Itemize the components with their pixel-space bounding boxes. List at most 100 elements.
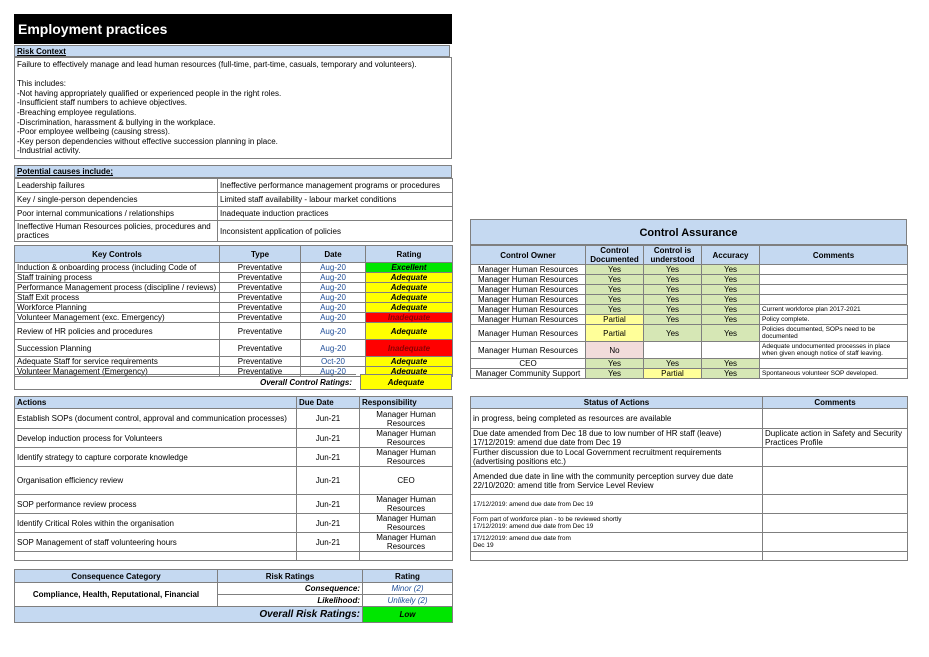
assurance-comment [759,264,908,275]
control-accuracy: Yes [701,294,760,305]
control-owner: Manager Human Resources [470,304,586,315]
causes-heading: Potential causes include; [14,165,452,178]
status-text: Due date amended from Dec 18 due to low … [470,428,763,448]
control-understood: Yes [643,264,702,275]
control-owner: Manager Human Resources [470,314,586,325]
control-understood: Yes [643,284,702,295]
table-row: Identify Critical Roles within the organ… [14,513,453,533]
control-accuracy: Yes [701,314,760,325]
cause-right: Limited staff availability - labour mark… [217,192,453,207]
status-of-actions-table: Status of Actions Comments in progress, … [470,396,908,561]
table-row: Staff training process Preventative Aug-20… [14,272,453,283]
table-row: in progress, being completed as resource… [470,408,908,429]
consequence-category: Compliance, Health, Reputational, Financ… [14,582,218,607]
overall-risk-rating: Low [362,606,453,623]
status-text: Form part of workforce plan - to be revi… [470,513,763,533]
control-date: Aug-20 [300,302,366,313]
control-name: Staff Exit process [14,292,220,303]
control-understood: Yes [643,294,702,305]
header-rating: Rating [365,245,453,263]
action-due-date: Jun-21 [296,428,360,448]
header-key-controls: Key Controls [14,245,220,263]
table-row: Adequate Staff for service requirements P… [14,356,453,367]
table-row: Amended due date in line with the commun… [470,466,908,495]
control-name: Succession Planning [14,339,220,357]
control-documented: Yes [585,304,644,315]
cause-left: Key / single-person dependencies [14,192,218,207]
table-row: SOP performance review process Jun-21 Mana… [14,494,453,514]
assurance-comment [759,294,908,305]
table-row: Review of HR policies and procedures Prev… [14,322,453,340]
control-understood: Partial [643,368,702,379]
control-owner: Manager Community Support [470,368,586,379]
control-rating: Adequate [365,356,453,367]
table-row [14,551,453,561]
control-documented: Yes [585,358,644,369]
empty-cell [470,551,763,561]
control-documented: No [585,341,644,359]
control-date: Aug-20 [300,292,366,303]
action-text: Identify Critical Roles within the organ… [14,513,297,533]
status-text: 17/12/2019: amend due date from Dec 19 [470,494,763,514]
control-date: Aug-20 [300,322,366,340]
control-name: Performance Management process (discipli… [14,282,220,293]
assurance-comment: Adequate undocumented processes in place… [759,341,908,359]
empty-cell [762,551,908,561]
action-responsibility: CEO [359,466,453,495]
table-row: Manager Human Resources Yes Yes Yes [470,294,908,305]
assurance-comment: Policies documented, SOPs need to be doc… [759,324,908,342]
control-owner: CEO [470,358,586,369]
control-date: Aug-20 [300,339,366,357]
control-understood: Yes [643,304,702,315]
control-documented: Partial [585,314,644,325]
action-responsibility: Manager Human Resources [359,447,453,467]
control-owner: Manager Human Resources [470,264,586,275]
header-consequence-category: Consequence Category [14,569,218,583]
control-documented: Yes [585,274,644,285]
control-accuracy: Yes [701,368,760,379]
header-responsibility: Responsibility [359,396,453,409]
table-row: 17/12/2019: amend due date from Dec 19 [470,494,908,514]
table-row: Manager Human Resources Yes Yes Yes [470,284,908,295]
header-control-understood: Control is understood [643,245,702,265]
control-owner: Manager Human Resources [470,284,586,295]
control-rating: Adequate [365,302,453,313]
status-text: 17/12/2019: amend due date from Dec 19 [470,532,763,552]
control-date: Aug-20 [300,262,366,273]
header-type: Type [219,245,301,263]
table-row: Manager Human Resources Partial Yes Yes Poli… [470,324,908,342]
risk-context-body: Failure to effectively manage and lead h… [14,57,452,159]
control-rating: Inadequate [365,312,453,323]
header-status-comments: Comments [762,396,908,409]
table-row: Staff Exit process Preventative Aug-20 Adeq… [14,292,453,303]
action-responsibility: Manager Human Resources [359,494,453,514]
header-risk-rating: Rating [362,569,453,583]
table-row: Form part of workforce plan - to be revi… [470,513,908,533]
consequence-table: Consequence Category Risk Ratings Rating… [14,569,453,623]
control-rating: Adequate [365,282,453,293]
control-type: Preventative [219,262,301,273]
risk-context-line: -Poor employee wellbeing (causing stress… [17,127,170,137]
control-assurance-title: Control Assurance [470,219,907,245]
cause-right: Inconsistent application of policies [217,220,453,242]
control-understood [643,341,702,359]
table-row: Establish SOPs (document control, approv… [14,408,453,429]
table-row: Manager Human Resources Yes Yes Yes [470,274,908,285]
header-status-of-actions: Status of Actions [470,396,763,409]
assurance-comment: Current workforce plan 2017-2021 [759,304,908,315]
status-comment [762,447,908,467]
header-control-documented: Control Documented [585,245,644,265]
cause-right: Inadequate induction practices [217,206,453,221]
empty-cell [359,551,453,561]
assurance-comment: Spontaneous volunteer SOP developed. [759,368,908,379]
control-accuracy: Yes [701,324,760,342]
action-text: Develop induction process for Volunteers [14,428,297,448]
status-comment [762,513,908,533]
control-date: Aug-20 [300,312,366,323]
table-row: Organisation efficiency review Jun-21 CEO [14,466,453,495]
assurance-comment: Policy complete. [759,314,908,325]
table-row: Performance Management process (discipli… [14,282,453,293]
control-accuracy: Yes [701,284,760,295]
cause-left: Leadership failures [14,178,218,193]
control-date: Oct-20 [300,356,366,367]
